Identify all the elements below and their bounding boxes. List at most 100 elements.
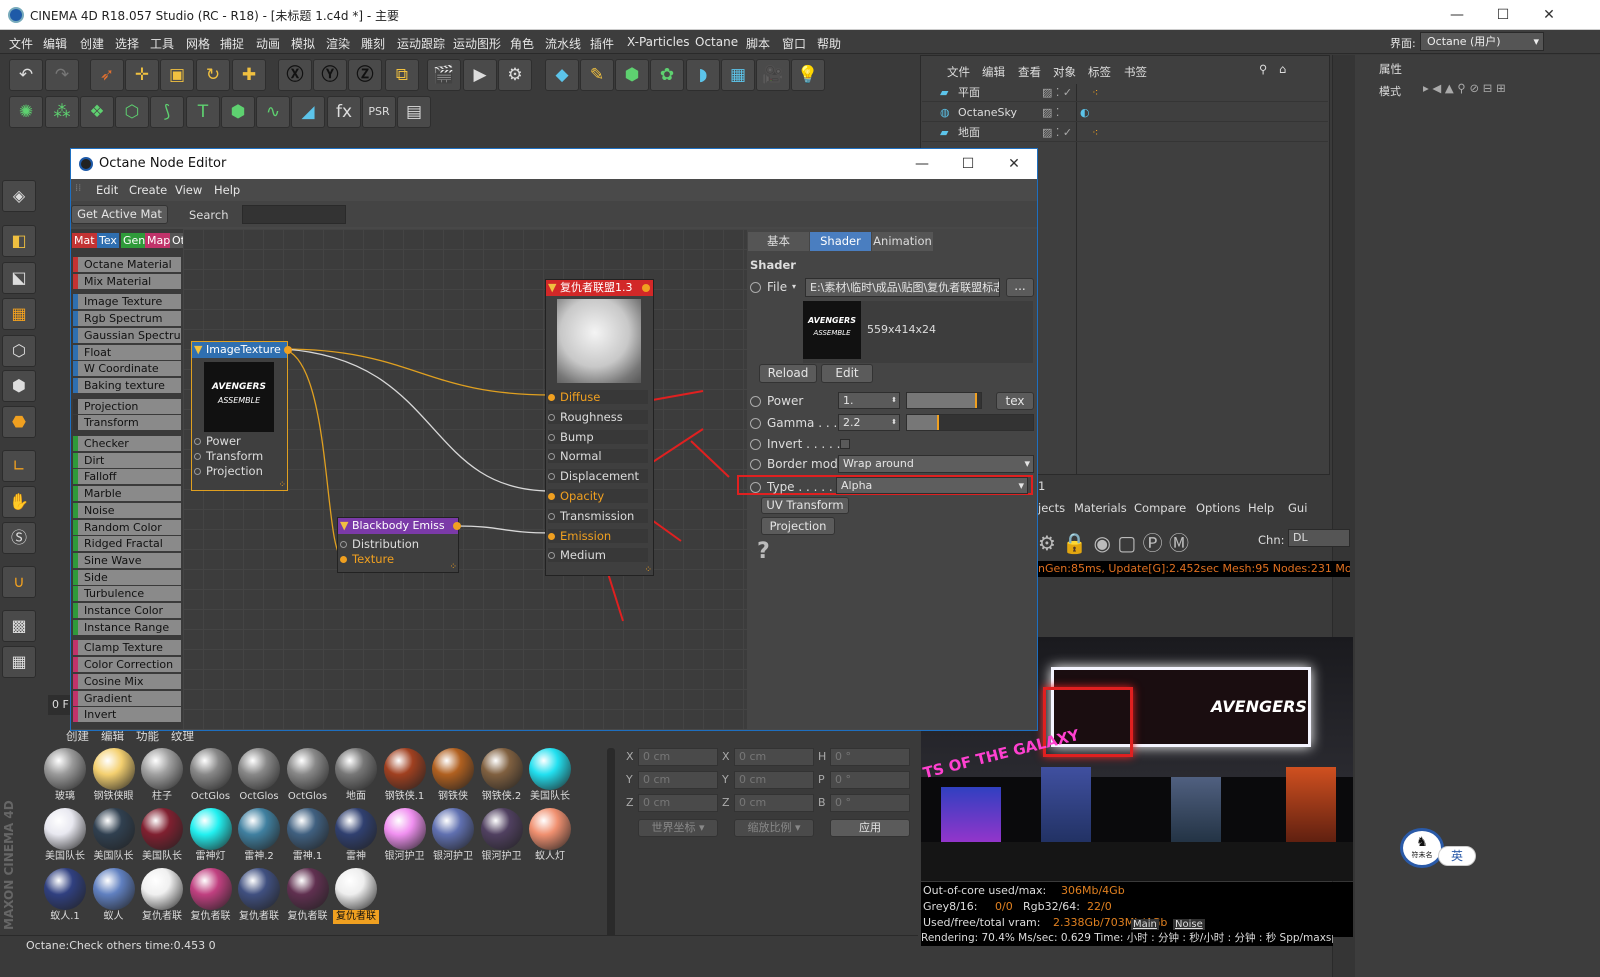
ime-lang-pill[interactable]: 英 [1438, 846, 1476, 866]
ne-close-button[interactable]: ✕ [991, 149, 1037, 179]
close-button[interactable]: ✕ [1526, 0, 1572, 30]
matrix-icon[interactable]: ⬢ [221, 96, 255, 128]
output-port-icon[interactable] [453, 522, 461, 530]
model-mode-icon[interactable]: ◈ [2, 180, 36, 212]
grid-icon[interactable]: ▦ [2, 646, 36, 678]
port-roughness[interactable]: Roughness [548, 409, 648, 424]
tweak-icon[interactable]: ✋ [2, 486, 36, 518]
material-tag-icon[interactable]: ⁖ [1092, 123, 1098, 142]
node-palette-item[interactable]: Cosine Mix [73, 673, 181, 689]
tex-button[interactable]: tex [996, 392, 1034, 410]
material-swatch[interactable]: 地面 [333, 748, 379, 808]
material-swatch[interactable]: 雷神灯 [187, 808, 234, 868]
menu-item[interactable]: 网格 [186, 35, 210, 52]
particles-icon[interactable]: ✺ [9, 96, 43, 128]
material-swatch[interactable]: 柱子 [139, 748, 185, 808]
material-swatch[interactable]: 美国队长 [139, 808, 185, 868]
material-swatch[interactable]: 复仇者联 [333, 868, 379, 928]
layout-dropdown[interactable]: Octane (用户) ▾ [1420, 32, 1544, 51]
blackbody-emission-node[interactable]: ▼ Blackbody Emiss Distribution Texture ⁘ [337, 517, 461, 573]
material-swatch[interactable]: 雷神 [333, 808, 379, 868]
browse-button[interactable]: ... [1006, 278, 1034, 297]
projection-button[interactable]: Projection [761, 517, 835, 535]
gamma-slider[interactable] [906, 414, 1034, 431]
node-palette-item[interactable]: Turbulence [73, 586, 181, 602]
material-swatch[interactable]: 雷神.2 [236, 808, 282, 868]
material-swatch[interactable]: 蚁人.1 [42, 868, 88, 928]
render-picture-icon[interactable]: ▶ [463, 59, 497, 91]
material-swatch[interactable]: 复仇者联 [284, 868, 331, 928]
port-bump[interactable]: Bump [548, 429, 648, 444]
collapse-icon[interactable]: ▼ [340, 518, 348, 534]
resize-handle-icon[interactable]: ⁘ [278, 480, 286, 490]
obj-menu-object[interactable]: 对象 [1053, 64, 1076, 80]
material-swatch[interactable]: 银河护卫 [430, 808, 476, 868]
edges-icon[interactable]: ⬢ [2, 370, 36, 402]
category-tab-gen[interactable]: Gen [121, 233, 148, 248]
node-palette-item[interactable]: Noise [73, 502, 181, 518]
visibility-icon[interactable]: ▨ ⁚ [1042, 103, 1059, 122]
pos-y-field[interactable]: 0 cm [638, 771, 718, 789]
material-swatch[interactable]: 雷神.1 [284, 808, 331, 868]
material-swatch[interactable]: 钢铁侠眼 [90, 748, 137, 808]
object-row-floor[interactable]: ▰ 地面 ▨ ⁚ ✓ ⁖ [922, 123, 1328, 142]
menu-item[interactable]: 流水线 [545, 35, 581, 52]
material-swatch[interactable]: OctGlos [236, 748, 282, 808]
subdivision-icon[interactable]: ⬢ [615, 59, 649, 91]
menu-item[interactable]: 创建 [80, 35, 104, 52]
redo-icon[interactable]: ↷ [45, 59, 79, 91]
ne-menu-edit[interactable]: Edit [96, 183, 118, 197]
node-palette-item[interactable]: Transform [73, 415, 181, 431]
obj-menu-view[interactable]: 查看 [1018, 64, 1041, 80]
file-dropdown-icon[interactable]: ▾ [792, 277, 796, 297]
node-editor-titlebar[interactable]: Octane Node Editor — ☐ ✕ [71, 149, 1037, 179]
menu-item[interactable]: 插件 [590, 35, 614, 52]
render-settings-icon[interactable]: ⚙ [498, 59, 532, 91]
node-palette-item[interactable]: Projection [73, 398, 181, 414]
minimize-button[interactable]: — [1434, 0, 1480, 30]
search-icon[interactable]: ⚲ [1259, 62, 1267, 76]
uv-transform-button[interactable]: UV Transform [761, 497, 849, 514]
port-displacement[interactable]: Displacement [548, 469, 648, 484]
menu-item[interactable]: 运动图形 [453, 35, 501, 52]
spline-wrap-icon[interactable]: ∿ [256, 96, 290, 128]
get-active-mat-button[interactable]: Get Active Mat [71, 205, 168, 224]
menu-item[interactable]: 选择 [115, 35, 139, 52]
power-radio[interactable] [750, 396, 761, 407]
x-axis-icon[interactable]: Ⓧ [278, 59, 312, 91]
menu-item[interactable]: 脚本 [746, 35, 770, 52]
menu-item[interactable]: 文件 [9, 35, 33, 52]
frame-field[interactable]: 0 F [48, 695, 70, 715]
material-swatch[interactable]: 玻璃 [42, 748, 88, 808]
port-transmission[interactable]: Transmission [548, 508, 648, 523]
rot-h-field[interactable]: 0 ° [830, 748, 910, 766]
size-z-field[interactable]: 0 cm [734, 794, 814, 812]
material-swatch[interactable]: 美国队长 [90, 808, 137, 868]
node-palette-item[interactable]: Ridged Fractal [73, 536, 181, 552]
live-select-icon[interactable]: ✚ [232, 59, 266, 91]
psr-icon[interactable]: PSR [362, 96, 396, 128]
node-palette-item[interactable]: Instance Color [73, 603, 181, 618]
node-palette-item[interactable]: Gradient [73, 690, 181, 706]
category-tab-mat[interactable]: Mat [72, 233, 97, 248]
menu-item[interactable]: 模拟 [291, 35, 315, 52]
workplane-icon[interactable]: ▦ [2, 298, 36, 330]
obj-menu-file[interactable]: 文件 [947, 64, 970, 80]
node-palette-item[interactable]: Clamp Texture [73, 640, 181, 656]
node-palette-item[interactable]: Rgb Spectrum [73, 311, 181, 327]
pen-icon[interactable]: ✎ [580, 59, 614, 91]
collapse-icon[interactable]: ▼ [194, 342, 202, 358]
node-palette-item[interactable]: Octane Material [73, 257, 181, 272]
magnet-icon[interactable]: ∪ [2, 566, 36, 598]
type-radio[interactable] [750, 482, 761, 493]
output-port-icon[interactable] [284, 346, 292, 354]
ne-maximize-button[interactable]: ☐ [945, 149, 991, 179]
env-tag-icon[interactable]: ◐ [1080, 103, 1090, 122]
size-x-field[interactable]: 0 cm [734, 748, 814, 766]
world-coords-dropdown[interactable]: 世界坐标 ▾ [638, 819, 718, 837]
select-icon[interactable]: ➶ [90, 59, 124, 91]
border-mode-radio[interactable] [750, 459, 761, 470]
menu-item[interactable]: 工具 [150, 35, 174, 52]
port-emission[interactable]: Emission [548, 528, 648, 543]
material-swatch[interactable]: OctGlos [187, 748, 234, 808]
